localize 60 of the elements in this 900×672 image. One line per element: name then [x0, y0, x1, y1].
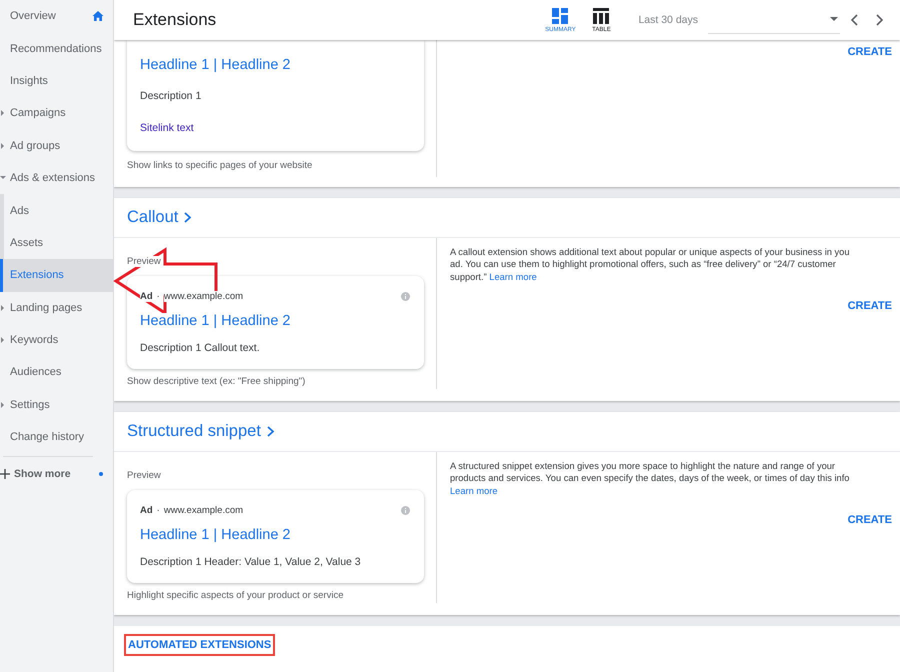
page-title: Extensions — [133, 10, 218, 30]
extension-caption: Show links to specific pages of your website — [127, 160, 312, 171]
nav-item[interactable]: Keywords — [0, 324, 113, 356]
nav-item[interactable]: Settings — [0, 388, 113, 422]
extension-description: A callout extension shows additional text about popular or unique aspects of your business in you ad. You can use them to highlight promotional offers, such as “free delivery” or “24/7 customer support.” Learn more — [450, 246, 851, 283]
nav-item[interactable]: Assets — [4, 226, 113, 260]
chevron-right-icon — [266, 426, 274, 437]
nav-item[interactable]: Insights — [0, 64, 113, 98]
nav-item[interactable]: Landing pages — [0, 292, 113, 324]
ad-description: Description 1 Callout text. — [140, 342, 260, 354]
chevron-right-icon — [875, 14, 884, 26]
extension-caption: Highlight specific aspects of your product or service — [127, 590, 344, 601]
ad-headline: Headline 1 | Headline 2 — [140, 313, 290, 329]
preview-label: Preview — [127, 470, 161, 481]
date-range-label: Last 30 days — [638, 14, 698, 26]
show-more-link[interactable]: Show more — [14, 468, 71, 480]
ad-label: Ad — [140, 290, 153, 302]
nav-item[interactable]: Campaigns — [0, 97, 113, 130]
info-icon — [401, 506, 410, 514]
section-title-link[interactable]: Callout — [127, 208, 192, 227]
expand-arrow-icon — [1, 304, 4, 311]
table-icon — [593, 8, 610, 24]
learn-more-link[interactable]: Learn more — [450, 486, 498, 496]
automated-extensions-link[interactable]: AUTOMATED EXTENSIONS — [124, 634, 276, 656]
nav-item[interactable]: Recommendations — [0, 32, 113, 65]
nav-item[interactable]: Change history — [0, 421, 113, 454]
plus-icon — [0, 469, 10, 480]
preview-label: Preview — [127, 256, 161, 267]
info-icon — [401, 292, 410, 300]
ad-headline: Headline 1 | Headline 2 — [140, 57, 290, 73]
ad-description: Description 1 — [140, 90, 202, 102]
ad-url: www.example.com — [164, 504, 244, 516]
dropdown-caret-icon — [830, 17, 838, 21]
home-icon — [92, 10, 104, 22]
ad-headline: Headline 1 | Headline 2 — [140, 527, 290, 543]
create-button[interactable]: CREATE — [842, 510, 898, 530]
chevron-right-icon — [184, 212, 192, 223]
nav-item[interactable]: Audiences — [0, 356, 113, 389]
nav-item[interactable]: Ads & extensions — [0, 162, 113, 194]
collapse-arrow-icon — [0, 176, 6, 180]
chevron-left-icon — [850, 14, 859, 26]
expand-arrow-icon — [1, 402, 4, 408]
extension-caption: Show descriptive text (ex: "Free shipping") — [127, 376, 306, 387]
create-button[interactable]: CREATE — [842, 42, 898, 62]
sitelink: Sitelink text — [140, 122, 194, 134]
create-button[interactable]: CREATE — [842, 296, 898, 316]
nav-item[interactable]: Extensions — [0, 259, 113, 292]
expand-arrow-icon — [1, 110, 4, 116]
learn-more-link[interactable]: Learn more — [489, 272, 537, 282]
ad-label: Ad — [140, 504, 153, 516]
ad-description: Description 1 Header: Value 1, Value 2, Value 3 — [140, 556, 361, 568]
nav-item[interactable]: Ads — [4, 194, 113, 227]
expand-arrow-icon — [1, 142, 4, 149]
expand-arrow-icon — [1, 337, 4, 344]
extension-description: A structured snippet extension gives you more space to highlight the nature and range of your products and services. You can even specify the dates, days of the week, or times of day this info Learn more — [450, 460, 850, 497]
dashboard-icon — [552, 8, 568, 24]
section-title-link[interactable]: Structured snippet — [127, 422, 274, 441]
nav-item[interactable]: Overview — [0, 0, 113, 32]
nav-item[interactable]: Ad groups — [0, 130, 113, 162]
ad-url: www.example.com — [164, 290, 244, 302]
